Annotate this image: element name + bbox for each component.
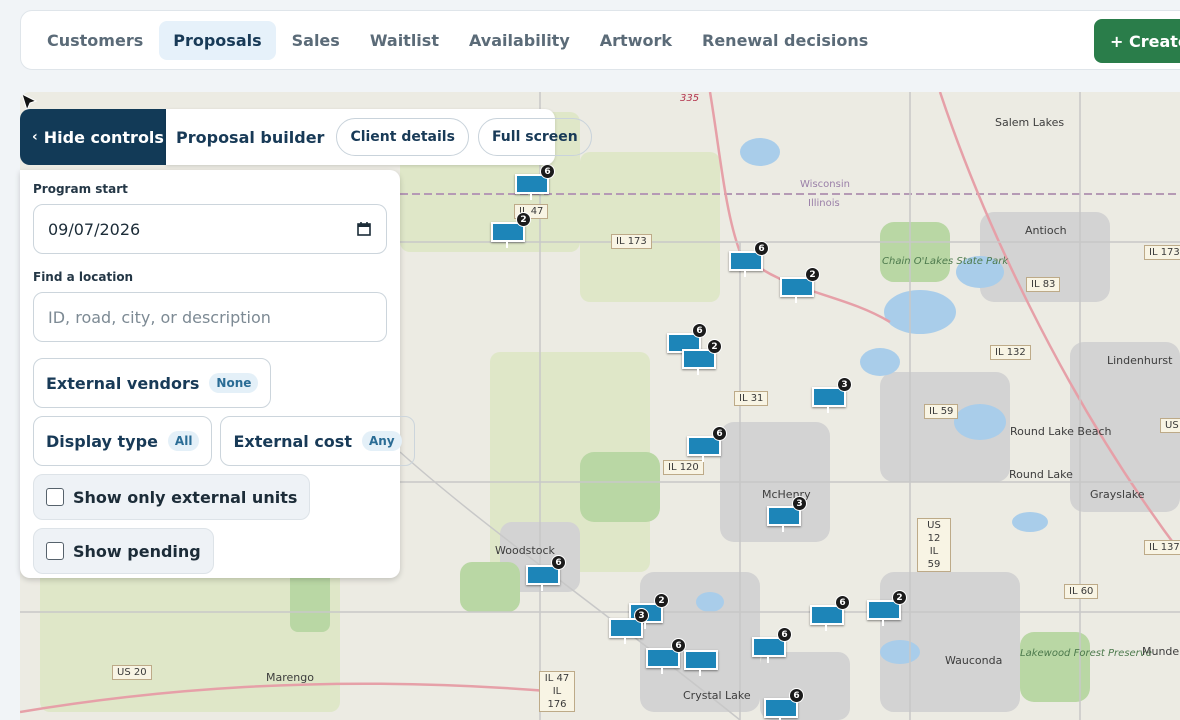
show-external-units-checkbox[interactable]: Show only external units [33,474,311,520]
map-marker[interactable]: 6 [810,595,850,631]
find-location-placeholder: ID, road, city, or description [48,307,271,327]
map-marker[interactable]: 2 [867,590,907,626]
place-label: Wauconda [945,654,1003,667]
create-button[interactable]: + Create [1094,19,1180,63]
proposal-toolbar: Proposal builder Client details Full scr… [166,109,592,165]
map-marker[interactable]: 6 [764,688,804,720]
route-shield: IL 173 [611,234,652,249]
route-shield: IL 132 [990,345,1031,360]
route-shield: IL 137 [1144,540,1180,555]
external-vendors-label: External vendors [46,373,200,393]
park-label: Lakewood Forest Preserve [1020,648,1152,659]
program-start-value: 09/07/2026 [48,219,141,239]
place-label: Round Lake [1009,468,1073,481]
map-marker[interactable]: 2 [780,267,820,303]
map-marker[interactable]: 2 [682,339,722,375]
place-label: Antioch [1025,224,1067,237]
place-label: Marengo [266,671,314,684]
map-marker[interactable]: 3 [767,496,807,532]
place-label: Munde [1142,645,1180,658]
program-start-label: Program start [33,182,128,196]
map-marker[interactable]: 2 [491,212,531,248]
state-label: Wisconsin [800,179,850,190]
top-nav: Customers Proposals Sales Waitlist Avail… [20,10,1180,70]
route-shield: IL 31 [734,391,769,406]
tab-renewal-decisions[interactable]: Renewal decisions [688,21,882,60]
map-marker[interactable]: 6 [515,164,555,200]
tab-proposals[interactable]: Proposals [159,20,276,60]
display-type-filter[interactable]: Display type All [33,416,213,466]
route-shield: US 45 [1160,418,1180,433]
route-shield: IL 120 [663,460,704,475]
find-location-input[interactable]: ID, road, city, or description [33,292,387,342]
route-shield: IL 59 [924,404,959,419]
place-label: Woodstock [495,544,555,557]
show-pending-checkbox[interactable]: Show pending [33,528,214,574]
hide-controls-label: Hide controls [43,127,164,147]
proposal-builder-title: Proposal builder [176,127,325,147]
map-marker[interactable]: 6 [729,241,769,277]
filter-panel: Program start 09/07/2026 Find a location… [20,170,415,578]
external-cost-filter[interactable]: External cost Any [220,416,415,466]
route-shield: US 12 IL 59 [917,518,951,572]
state-label: Illinois [808,198,840,209]
park-label: Chain O'Lakes State Park [882,256,1009,267]
full-screen-button[interactable]: Full screen [477,118,592,156]
map-marker[interactable] [684,650,718,676]
external-cost-value: Any [361,431,402,451]
tab-artwork[interactable]: Artwork [586,21,686,60]
hide-controls-button[interactable]: ‹ Hide controls [20,109,166,165]
show-external-units-label: Show only external units [73,487,298,507]
place-label: Crystal Lake [683,689,751,702]
map-marker[interactable]: 3 [609,608,649,644]
external-cost-label: External cost [233,431,352,451]
checkbox-icon[interactable] [46,488,64,506]
place-label: Grayslake [1090,488,1145,501]
show-pending-label: Show pending [73,541,201,561]
tab-customers[interactable]: Customers [33,21,157,60]
tab-sales[interactable]: Sales [278,21,354,60]
calendar-icon[interactable] [356,221,372,237]
route-shield: IL 173 [1144,245,1180,260]
place-label: Lindenhurst [1107,354,1173,367]
external-vendors-filter[interactable]: External vendors None [33,358,272,408]
map-marker[interactable]: 6 [752,627,792,663]
route-shield: IL 60 [1064,584,1099,599]
client-details-button[interactable]: Client details [336,118,469,156]
tab-availability[interactable]: Availability [455,21,584,60]
tab-waitlist[interactable]: Waitlist [356,21,453,60]
find-location-label: Find a location [33,270,134,284]
program-start-input[interactable]: 09/07/2026 [33,204,387,254]
map-marker[interactable]: 6 [526,555,566,591]
map-marker[interactable]: 3 [812,377,852,413]
route-shield: IL 47 IL 176 [539,671,575,712]
map-marker[interactable]: 6 [687,426,727,462]
map-marker[interactable]: 6 [646,638,686,674]
external-vendors-value: None [209,373,259,393]
road-number-label: 335 [680,93,700,104]
checkbox-icon[interactable] [46,542,64,560]
display-type-value: All [167,431,200,451]
display-type-label: Display type [46,431,158,451]
chevron-left-icon: ‹ [32,129,38,145]
place-label: Round Lake Beach [1010,425,1112,438]
place-label: Salem Lakes [995,116,1065,129]
route-shield: IL 83 [1026,277,1061,292]
route-shield: US 20 [112,665,152,680]
